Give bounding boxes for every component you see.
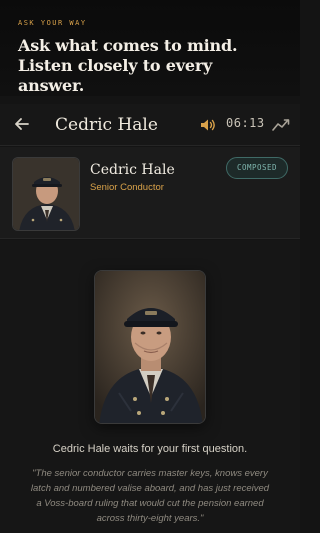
character-profile: Cedric Hale Senior Conductor COMPOSED <box>0 147 300 239</box>
banner-eyebrow: ASK YOUR WAY <box>18 19 87 27</box>
session-timer: 06:13 <box>226 116 265 130</box>
character-portrait <box>94 270 206 424</box>
conversation-stage: Cedric Hale waits for your first questio… <box>0 240 300 533</box>
page-title: Cedric Hale <box>55 115 158 135</box>
top-bar: Cedric Hale 06:13 <box>0 104 300 146</box>
trend-icon[interactable] <box>272 116 292 134</box>
speaker-icon[interactable] <box>199 116 217 134</box>
avatar <box>12 157 80 231</box>
intro-banner: ASK YOUR WAY Ask what comes to mind. Lis… <box>0 0 300 96</box>
status-badge: COMPOSED <box>226 157 288 179</box>
character-description: "The senior conductor carries master key… <box>30 468 270 524</box>
arrow-left-icon[interactable] <box>12 114 32 134</box>
character-name: Cedric Hale <box>90 162 175 178</box>
character-role: Senior Conductor <box>90 182 164 193</box>
waiting-message: Cedric Hale waits for your first questio… <box>52 443 248 455</box>
banner-headline: Ask what comes to mind. Listen closely t… <box>18 36 238 95</box>
